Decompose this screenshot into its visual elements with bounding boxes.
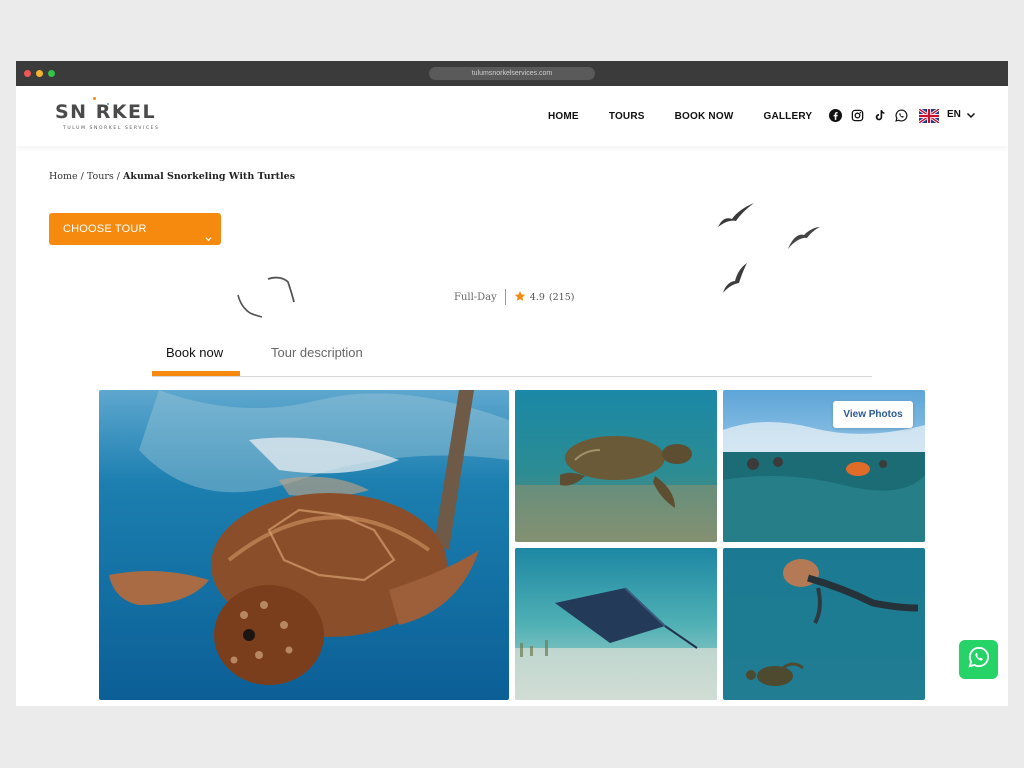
gallery-photo-main[interactable] [99,390,509,700]
seagull-icon [267,276,295,303]
maximize-window-dot[interactable] [48,70,55,77]
seagull-icon [788,227,820,249]
nav-tours[interactable]: TOURS [609,111,645,122]
breadcrumb-separator: / [80,171,84,182]
facebook-icon[interactable] [828,108,842,122]
whatsapp-icon[interactable] [894,108,908,122]
star-icon [514,290,526,305]
tour-duration: Full-Day [454,291,497,303]
gallery-photo-turtle-seagrass[interactable] [515,390,717,542]
breadcrumb-home[interactable]: Home [49,171,78,182]
nav-book-now[interactable]: BOOK NOW [675,111,734,122]
breadcrumb-separator: / [116,171,120,182]
seagull-icon [237,294,263,318]
social-links [828,108,916,122]
chevron-down-icon[interactable] [966,108,976,127]
nav-gallery[interactable]: GALLERY [763,111,812,122]
browser-window: tulumsnorkelservices.com SN RKEL TULUM S… [16,61,1008,706]
address-bar[interactable]: tulumsnorkelservices.com [429,67,595,80]
close-window-dot[interactable] [24,70,31,77]
instagram-icon[interactable] [850,108,864,122]
language-selector[interactable]: EN [947,109,961,120]
gallery-photo-stingray[interactable] [515,548,717,700]
seagull-icon [723,263,747,293]
meta-divider [504,289,506,305]
gallery-photo-diver-turtle[interactable] [723,548,925,700]
active-tab-indicator [152,371,240,376]
whatsapp-icon [968,646,990,673]
site-logo[interactable]: SN RKEL TULUM SNORKEL SERVICES [55,97,160,131]
browser-chrome: tulumsnorkelservices.com [16,61,1008,86]
logo-accent-dot-2 [107,103,109,105]
tiktok-icon[interactable] [872,108,886,122]
site-header: SN RKEL TULUM SNORKEL SERVICES HOME TOUR… [16,86,1008,146]
chevron-down-icon [204,224,213,256]
uk-flag-icon[interactable] [919,109,939,123]
view-photos-button[interactable]: View Photos [833,401,913,428]
nav-home[interactable]: HOME [548,111,579,122]
breadcrumb-tours[interactable]: Tours [87,171,114,182]
tab-book-now[interactable]: Book now [166,345,223,360]
tour-tabs: Book now Tour description [152,336,872,377]
breadcrumb: Home / Tours / Akumal Snorkeling With Tu… [49,171,295,182]
logo-accent-dot [93,97,96,100]
choose-tour-label: CHOOSE TOUR [63,223,147,235]
whatsapp-chat-button[interactable] [959,640,998,679]
tour-rating: 4.9 [529,291,545,303]
tab-tour-description[interactable]: Tour description [271,345,363,360]
choose-tour-dropdown[interactable]: CHOOSE TOUR [49,213,221,245]
minimize-window-dot[interactable] [36,70,43,77]
seagull-icon [718,203,754,227]
tour-review-count[interactable]: (215) [549,292,575,303]
logo-tagline: TULUM SNORKEL SERVICES [63,126,160,131]
tour-meta: Full-Day 4.9 (215) [454,289,574,305]
main-nav: HOME TOURS BOOK NOW GALLERY [548,86,842,146]
breadcrumb-current: Akumal Snorkeling With Turtles [123,171,296,182]
